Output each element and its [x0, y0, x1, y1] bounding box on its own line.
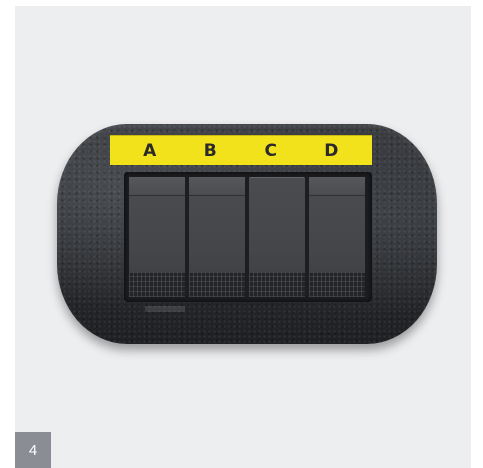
brand-mark [145, 306, 185, 312]
rocker-switch-b[interactable] [189, 177, 245, 297]
rocker-top [189, 177, 245, 196]
rocker-switch-d[interactable] [309, 177, 365, 297]
rocker-grip [129, 273, 185, 297]
rocker-switch-a[interactable] [129, 177, 185, 297]
label-d: D [324, 140, 340, 161]
page-number-badge: 4 [15, 432, 51, 468]
rocker-grip [189, 273, 245, 297]
rocker-switch-c[interactable] [249, 177, 305, 297]
rocker-top [309, 177, 365, 196]
label-b: B [203, 140, 218, 161]
switch-frame [124, 172, 372, 302]
rocker-grip [249, 273, 305, 297]
label-a: A [143, 140, 158, 161]
switch-cover-plate: A B C D [57, 124, 437, 344]
label-strip: A B C D [110, 135, 372, 165]
rocker-top [129, 177, 185, 196]
page-number: 4 [28, 441, 38, 459]
label-c: C [264, 140, 278, 161]
rocker-grip [309, 273, 365, 297]
photo-background: A B C D 4 [15, 6, 471, 468]
